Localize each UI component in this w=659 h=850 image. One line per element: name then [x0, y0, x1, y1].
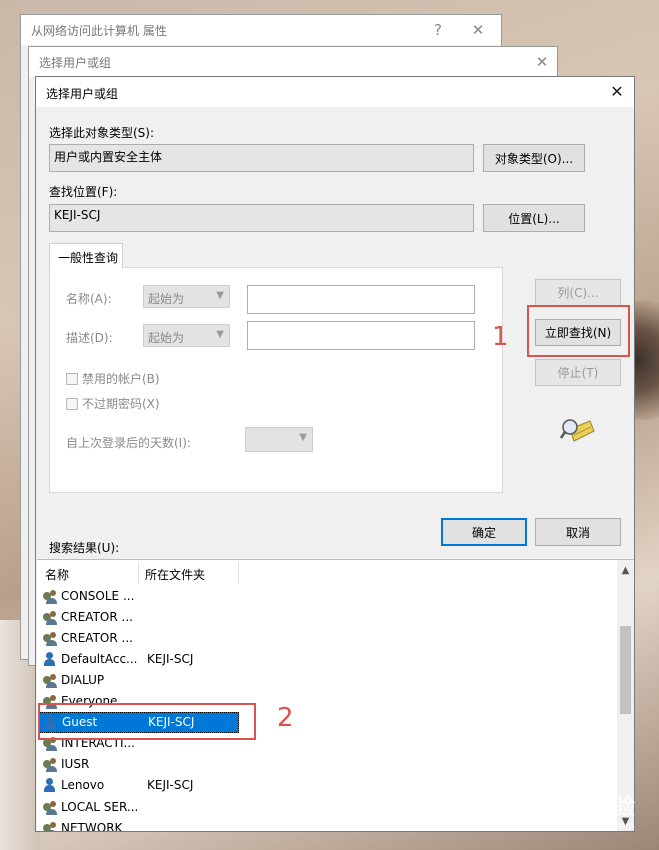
locations-button[interactable]: 位置(L)...: [483, 204, 585, 232]
title-bar: 选择用户或组 ✕: [36, 77, 634, 107]
location-field: KEJI-SCJ: [49, 204, 474, 232]
user-icon: [42, 651, 58, 667]
close-icon[interactable]: ✕: [606, 82, 628, 102]
title-bar: 选择用户或组 ✕: [29, 47, 557, 77]
non-expiring-password-checkbox[interactable]: 不过期密码(X): [66, 395, 160, 412]
result-row[interactable]: NETWORK: [39, 817, 239, 831]
annotation-box-find-now: [527, 305, 630, 357]
result-name: NETWORK: [61, 820, 123, 831]
cancel-button[interactable]: 取消: [535, 518, 621, 546]
annotation-number-1: 1: [492, 322, 509, 352]
users-icon: [42, 820, 58, 831]
window-title: 选择用户或组: [39, 56, 112, 70]
description-match-select[interactable]: 起始为 ▼: [143, 324, 230, 347]
chevron-down-icon: ▼: [216, 290, 224, 301]
annotation-number-2: 2: [277, 703, 294, 733]
annotation-box-guest: [38, 703, 256, 740]
result-name: IUSR: [61, 757, 90, 772]
description-label: 描述(D):: [66, 331, 113, 345]
object-types-button[interactable]: 对象类型(O)...: [483, 144, 585, 172]
window-title: 从网络访问此计算机 属性: [31, 24, 167, 38]
result-name: Lenovo: [61, 778, 105, 793]
result-name: CREATOR ...: [61, 609, 133, 624]
result-name: CONSOLE ...: [61, 588, 135, 603]
close-button[interactable]: ✕: [467, 20, 489, 40]
search-results-label: 搜索结果(U):: [49, 541, 120, 555]
result-folder: KEJI-SCJ: [147, 651, 194, 666]
result-row[interactable]: DIALUP: [39, 669, 239, 690]
scroll-up-icon[interactable]: ▲: [617, 562, 634, 579]
chevron-down-icon: ▼: [216, 329, 224, 340]
help-button[interactable]: ?: [427, 20, 449, 40]
result-name: DefaultAcc...: [61, 651, 138, 666]
close-button[interactable]: ✕: [531, 52, 553, 72]
title-bar: 从网络访问此计算机 属性 ? ✕: [21, 15, 501, 45]
result-row[interactable]: LOCAL SER...: [39, 796, 239, 817]
object-type-field: 用户或内置安全主体: [49, 144, 474, 172]
description-match-value: 起始为: [148, 331, 185, 345]
disabled-accounts-checkbox[interactable]: 禁用的帐户(B): [66, 370, 160, 387]
result-row[interactable]: CREATOR ...: [39, 606, 239, 627]
dialog-title: 选择用户或组: [46, 87, 119, 101]
scroll-thumb[interactable]: [620, 626, 631, 714]
days-since-login-label: 自上次登录后的天数(I):: [66, 436, 191, 450]
stop-button[interactable]: 停止(T): [535, 359, 621, 386]
result-name: LOCAL SER...: [61, 799, 139, 814]
result-folder: KEJI-SCJ: [147, 778, 194, 793]
name-match-value: 起始为: [148, 292, 185, 306]
users-icon: [42, 609, 58, 625]
description-input[interactable]: [247, 321, 475, 350]
result-row[interactable]: CONSOLE ...: [39, 585, 239, 606]
users-icon: [42, 630, 58, 646]
users-icon: [42, 799, 58, 815]
column-separator[interactable]: [238, 562, 239, 584]
column-header-folder[interactable]: 所在文件夹: [139, 563, 211, 583]
columns-button[interactable]: 列(C)...: [535, 279, 621, 306]
search-flashlight-icon: [560, 419, 595, 442]
users-icon: [42, 672, 58, 688]
column-header-name[interactable]: 名称: [39, 563, 75, 583]
days-since-login-select[interactable]: ▼: [245, 427, 313, 452]
name-match-select[interactable]: 起始为 ▼: [143, 285, 230, 308]
chevron-down-icon: ▼: [299, 432, 307, 443]
location-label: 查找位置(F):: [49, 185, 118, 199]
checkbox-label: 禁用的帐户(B): [82, 372, 160, 386]
tab-common-queries[interactable]: 一般性查询: [49, 243, 123, 268]
object-type-label: 选择此对象类型(S):: [49, 126, 155, 140]
ok-button[interactable]: 确定: [441, 518, 527, 546]
users-icon: [42, 588, 58, 604]
watermark: Baidu经验 jingyan.baidu.com: [520, 789, 635, 832]
name-label: 名称(A):: [66, 292, 112, 306]
result-row[interactable]: IUSR: [39, 754, 239, 775]
result-row[interactable]: CREATOR ...: [39, 627, 239, 648]
user-icon: [42, 777, 58, 793]
name-input[interactable]: [247, 285, 475, 314]
result-row[interactable]: DefaultAcc... KEJI-SCJ: [39, 648, 239, 669]
checkbox-label: 不过期密码(X): [82, 397, 160, 411]
result-name: CREATOR ...: [61, 630, 133, 645]
users-icon: [42, 756, 58, 773]
watermark-brand: Baidu经验: [520, 795, 635, 820]
result-row[interactable]: Lenovo KEJI-SCJ: [39, 775, 239, 796]
result-name: DIALUP: [61, 672, 105, 687]
checkbox-box: [66, 397, 78, 410]
common-queries-panel: 名称(A): 起始为 ▼ 描述(D): 起始为 ▼ 禁用的帐户(B) 不过期密码…: [49, 267, 503, 493]
watermark-url: jingyan.baidu.com: [542, 821, 635, 832]
checkbox-box: [66, 372, 78, 385]
